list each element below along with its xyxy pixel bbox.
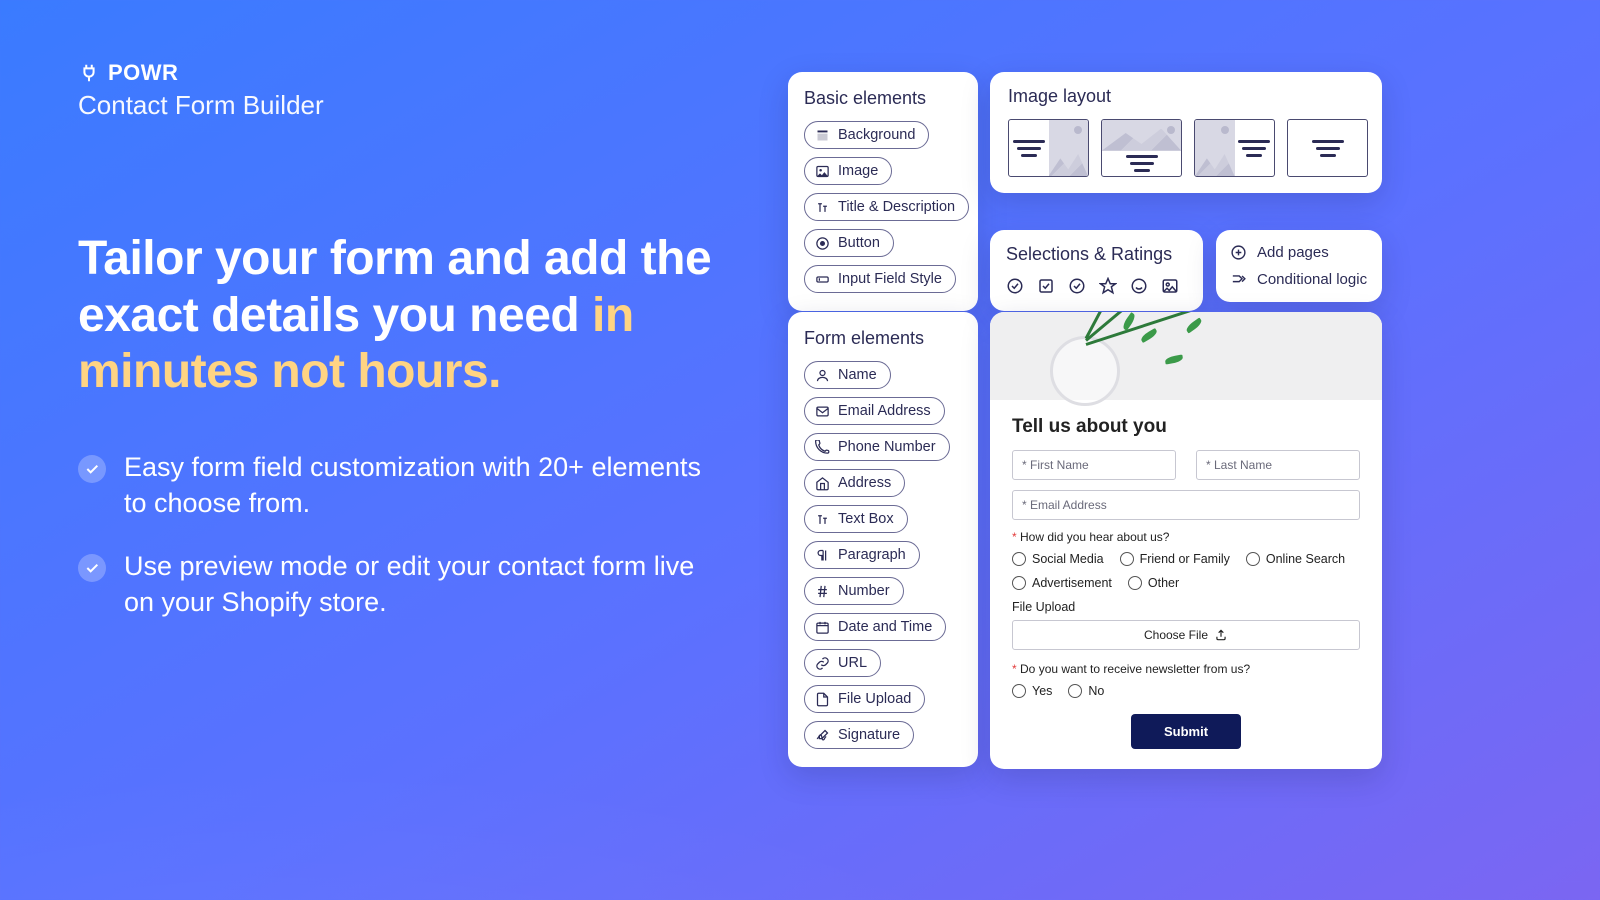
conditional-logic-button[interactable]: Conditional logic: [1230, 271, 1368, 288]
first-name-field[interactable]: * First Name: [1012, 450, 1176, 480]
element-title-desc[interactable]: Title & Description: [804, 193, 969, 221]
element-button[interactable]: Button: [804, 229, 894, 257]
element-name[interactable]: Name: [804, 361, 891, 389]
emoji-icon[interactable]: [1130, 277, 1148, 295]
panel-title: Image layout: [1008, 86, 1368, 107]
element-paragraph[interactable]: Paragraph: [804, 541, 920, 569]
selections-ratings-panel: Selections & Ratings: [990, 230, 1203, 311]
hear-option[interactable]: Other: [1128, 576, 1179, 590]
hear-about-label: How did you hear about us?: [1012, 530, 1360, 544]
plus-circle-icon: [1230, 244, 1247, 261]
brand-name: POWR: [108, 60, 178, 86]
image-choice-icon[interactable]: [1161, 277, 1179, 295]
branch-icon: [1230, 271, 1247, 288]
upload-icon: [1214, 628, 1228, 642]
hear-option[interactable]: Advertisement: [1012, 576, 1112, 590]
email-field[interactable]: * Email Address: [1012, 490, 1360, 520]
checkbox-icon[interactable]: [1037, 277, 1055, 295]
element-address[interactable]: Address: [804, 469, 905, 497]
element-phone[interactable]: Phone Number: [804, 433, 950, 461]
panel-title: Basic elements: [804, 88, 962, 109]
hear-option[interactable]: Online Search: [1246, 552, 1345, 566]
form-preview: Tell us about you * First Name * Last Na…: [990, 312, 1382, 769]
brand-logo: POWR: [78, 60, 718, 86]
radio-check-icon[interactable]: [1068, 277, 1086, 295]
element-number[interactable]: Number: [804, 577, 904, 605]
file-upload-label: File Upload: [1012, 600, 1360, 614]
element-textbox[interactable]: Text Box: [804, 505, 908, 533]
headline: Tailor your form and add the exact detai…: [78, 231, 718, 401]
panel-title: Form elements: [804, 328, 962, 349]
panel-title: Selections & Ratings: [1006, 244, 1187, 265]
basic-elements-panel: Basic elements Background Image Title & …: [788, 72, 978, 311]
layout-option-image-text[interactable]: [1194, 119, 1275, 177]
element-background[interactable]: Background: [804, 121, 929, 149]
dropdown-check-icon[interactable]: [1006, 277, 1024, 295]
element-input-style[interactable]: Input Field Style: [804, 265, 956, 293]
layout-option-image-top[interactable]: [1101, 119, 1182, 177]
product-name: Contact Form Builder: [78, 90, 718, 121]
feature-bullet: Easy form field customization with 20+ e…: [78, 449, 718, 522]
feature-bullet: Use preview mode or edit your contact fo…: [78, 548, 718, 621]
newsletter-option[interactable]: No: [1068, 684, 1104, 698]
form-hero-image: [990, 312, 1382, 400]
plug-icon: [78, 62, 100, 84]
form-elements-panel: Form elements Name Email Address Phone N…: [788, 312, 978, 767]
star-icon[interactable]: [1099, 277, 1117, 295]
element-datetime[interactable]: Date and Time: [804, 613, 946, 641]
newsletter-label: Do you want to receive newsletter from u…: [1012, 662, 1360, 676]
element-fileupload[interactable]: File Upload: [804, 685, 925, 713]
element-signature[interactable]: Signature: [804, 721, 914, 749]
choose-file-button[interactable]: Choose File: [1012, 620, 1360, 650]
element-image[interactable]: Image: [804, 157, 892, 185]
image-layout-panel: Image layout: [990, 72, 1382, 193]
layout-option-text-image[interactable]: [1008, 119, 1089, 177]
form-title: Tell us about you: [1012, 416, 1360, 438]
submit-button[interactable]: Submit: [1131, 714, 1241, 749]
element-email[interactable]: Email Address: [804, 397, 945, 425]
last-name-field[interactable]: * Last Name: [1196, 450, 1360, 480]
check-icon: [78, 455, 106, 483]
layout-option-text-only[interactable]: [1287, 119, 1368, 177]
check-icon: [78, 554, 106, 582]
pages-panel: Add pages Conditional logic: [1216, 230, 1382, 302]
hear-option[interactable]: Social Media: [1012, 552, 1104, 566]
element-url[interactable]: URL: [804, 649, 881, 677]
hear-option[interactable]: Friend or Family: [1120, 552, 1230, 566]
newsletter-option[interactable]: Yes: [1012, 684, 1052, 698]
add-pages-button[interactable]: Add pages: [1230, 244, 1368, 261]
